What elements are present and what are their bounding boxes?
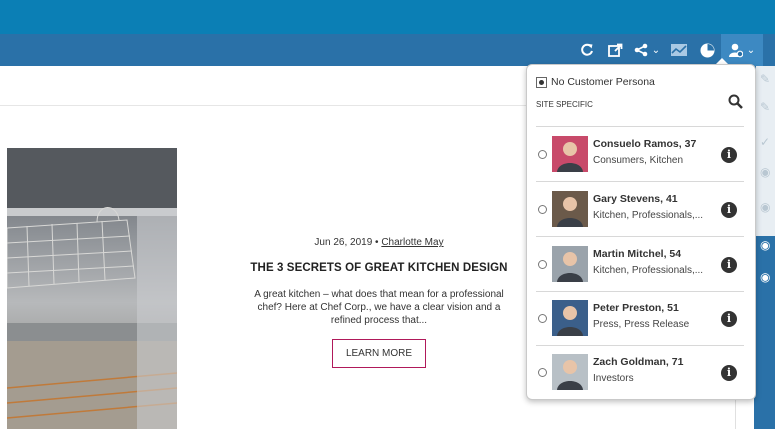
avatar: [552, 136, 588, 172]
globe-icon[interactable]: ◉: [760, 270, 774, 284]
radio-icon[interactable]: [538, 314, 547, 323]
chevron-down-icon: ⌄: [651, 44, 661, 56]
no-persona-option[interactable]: No Customer Persona: [536, 76, 655, 88]
refresh-icon[interactable]: [573, 34, 601, 66]
persona-tags: Kitchen, Professionals,...: [593, 265, 704, 276]
avatar: [552, 191, 588, 227]
share-menu-button[interactable]: ⌄: [629, 34, 665, 66]
persona-item[interactable]: Consuelo Ramos, 37 Consumers, Kitchen i: [527, 127, 755, 181]
persona-item[interactable]: Peter Preston, 51 Press, Press Release i: [527, 291, 755, 345]
info-icon[interactable]: i: [721, 257, 737, 273]
persona-name: Consuelo Ramos, 37: [593, 138, 697, 150]
persona-tags: Consumers, Kitchen: [593, 155, 684, 166]
app-header-bar: [0, 0, 775, 34]
persona-tags: Kitchen, Professionals,...: [593, 210, 704, 221]
analytics-icon[interactable]: [665, 34, 693, 66]
avatar: [552, 354, 588, 390]
radio-icon[interactable]: [538, 205, 547, 214]
article-card: Jun 26, 2019 • Charlotte May THE 3 SECRE…: [245, 237, 513, 368]
persona-item[interactable]: Martin Mitchel, 54 Kitchen, Professionals…: [527, 237, 755, 291]
persona-tags: Investors: [593, 373, 634, 384]
persona-tags: Press, Press Release: [593, 319, 690, 330]
persona-icon: [728, 43, 743, 57]
article-image: [7, 148, 177, 429]
pen-icon[interactable]: ✎: [760, 100, 774, 114]
toolbar-icons: ⌄ ⌄: [573, 34, 763, 66]
meta-separator: •: [375, 237, 379, 248]
persona-name: Martin Mitchel, 54: [593, 248, 682, 260]
persona-name: Zach Goldman, 71: [593, 356, 684, 368]
info-icon[interactable]: i: [721, 147, 737, 163]
chevron-down-icon: ⌄: [746, 44, 756, 56]
article-title[interactable]: THE 3 SECRETS OF GREAT KITCHEN DESIGN: [245, 262, 513, 274]
persona-name: Gary Stevens, 41: [593, 193, 678, 205]
globe-icon[interactable]: ◉: [760, 238, 774, 252]
pen-icon[interactable]: ✎: [760, 72, 774, 86]
article-excerpt: A great kitchen – what does that mean fo…: [254, 289, 504, 326]
radio-icon[interactable]: [538, 260, 547, 269]
avatar: [552, 300, 588, 336]
globe-icon[interactable]: ◉: [760, 200, 774, 214]
radio-icon[interactable]: [538, 150, 547, 159]
avatar: [552, 246, 588, 282]
info-icon[interactable]: i: [721, 202, 737, 218]
article-meta: Jun 26, 2019 • Charlotte May: [245, 237, 513, 248]
radio-icon[interactable]: [538, 368, 547, 377]
check-icon[interactable]: ✓: [760, 135, 774, 149]
globe-icon[interactable]: ◉: [760, 165, 774, 179]
article-date: Jun 26, 2019: [314, 237, 373, 248]
section-label: SITE SPECIFIC: [536, 100, 593, 109]
persona-item[interactable]: Zach Goldman, 71 Investors i: [527, 345, 755, 399]
external-link-icon[interactable]: [601, 34, 629, 66]
persona-dropdown: No Customer Persona SITE SPECIFIC Consue…: [526, 64, 756, 400]
info-icon[interactable]: i: [721, 311, 737, 327]
learn-more-button[interactable]: LEARN MORE: [331, 339, 427, 368]
search-icon[interactable]: [728, 94, 743, 114]
persona-name: Peter Preston, 51: [593, 302, 679, 314]
toolbar: ⌄ ⌄: [0, 34, 775, 66]
persona-item[interactable]: Gary Stevens, 41 Kitchen, Professionals,.…: [527, 182, 755, 236]
no-persona-label: No Customer Persona: [551, 76, 655, 88]
share-icon: [634, 43, 648, 57]
author-link[interactable]: Charlotte May: [381, 237, 443, 248]
radio-selected-icon[interactable]: [536, 76, 547, 88]
divider: [0, 105, 530, 106]
info-icon[interactable]: i: [721, 365, 737, 381]
